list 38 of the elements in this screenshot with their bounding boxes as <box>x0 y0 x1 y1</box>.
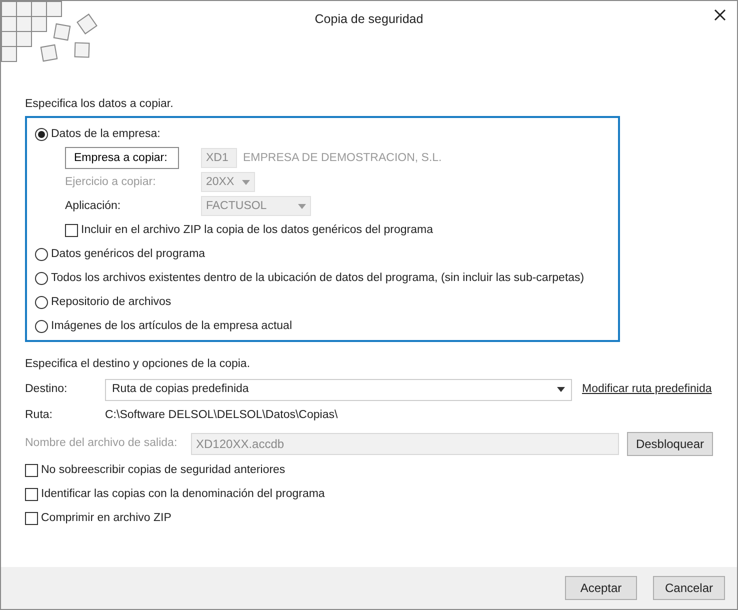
unlock-button[interactable]: Desbloquear <box>626 432 713 456</box>
checkbox-label[interactable]: Incluir en el archivo ZIP la copia de los datos genéricos del programa <box>81 222 434 239</box>
radio-button[interactable] <box>35 128 48 141</box>
section-heading: Especifica los datos a copiar. <box>25 97 174 112</box>
section-heading: Especifica el destino y opciones de la copia. <box>25 357 250 372</box>
checkbox-label[interactable]: No sobreescribir copias de seguridad anteriores <box>41 462 286 480</box>
radio-label[interactable]: Datos genéricos del programa <box>51 246 206 263</box>
checkbox-label[interactable]: Identificar las copias con la denominación del programa <box>41 486 325 504</box>
checkbox[interactable] <box>65 224 78 237</box>
radio-button[interactable] <box>35 248 48 261</box>
checkbox[interactable] <box>25 464 38 477</box>
company-button[interactable]: Empresa a copiar: <box>65 147 179 170</box>
field-label: Ruta: <box>25 408 54 423</box>
radio-label[interactable]: Todos los archivos existentes dentro de la ubicación de datos del programa, (sin incluir las sub-carpetas) <box>51 270 584 287</box>
checkbox-label[interactable]: Comprimir en archivo ZIP <box>41 510 172 528</box>
path-text: C:\Software DELSOL\DELSOL\Datos\Copias\ <box>105 408 338 423</box>
caret-icon <box>298 204 306 209</box>
window-title: Copia de seguridad <box>314 11 424 28</box>
caret-icon <box>242 180 250 185</box>
checkbox[interactable] <box>25 488 38 501</box>
field-label: Aplicación: <box>65 198 122 214</box>
radio-button[interactable] <box>35 296 48 309</box>
accept-button[interactable]: Aceptar <box>565 576 637 600</box>
field-label: Destino: <box>25 382 68 397</box>
caret-icon <box>557 387 565 392</box>
cancel-button[interactable]: Cancelar <box>653 576 725 600</box>
modify-path-link[interactable]: Modificar ruta predefinida <box>582 380 712 398</box>
close-icon[interactable] <box>713 8 727 22</box>
field-label: Ejercicio a copiar: <box>65 174 157 190</box>
radio-button[interactable] <box>35 272 48 285</box>
radio-label[interactable]: Datos de la empresa: <box>51 126 160 143</box>
checkbox[interactable] <box>25 512 38 525</box>
radio-label[interactable]: Repositorio de archivos <box>51 294 172 311</box>
radio-button[interactable] <box>35 320 48 333</box>
radio-label[interactable]: Imágenes de los artículos de la empresa actual <box>51 318 292 335</box>
field-label: Nombre del archivo de salida: <box>25 436 178 451</box>
destination-dropdown[interactable]: Ruta de copias predefinida <box>105 378 572 400</box>
company-name: EMPRESA DE DEMOSTRACION, S.L. <box>243 150 442 166</box>
